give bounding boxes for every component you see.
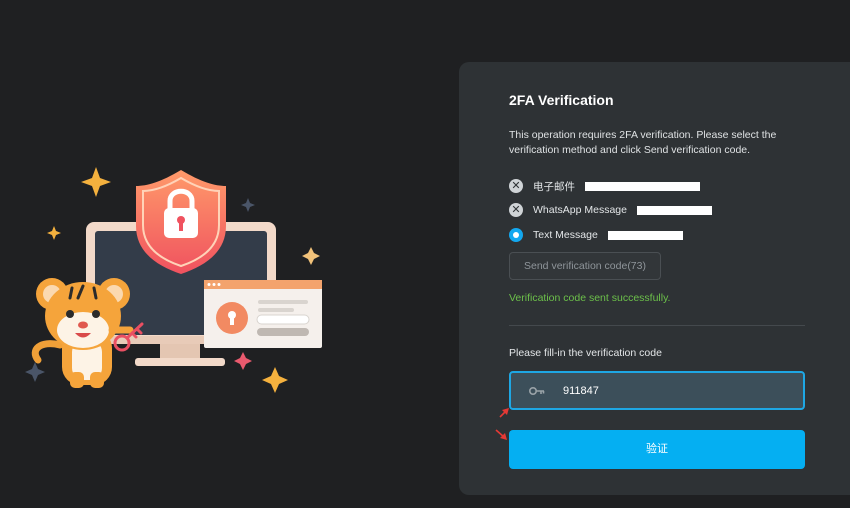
radio-selected-icon xyxy=(509,228,523,242)
close-circle-icon: ✕ xyxy=(509,179,523,193)
redacted-contact xyxy=(585,181,700,191)
method-label-email: 电子邮件 xyxy=(533,180,575,193)
annotation-arrow-icon xyxy=(495,408,509,440)
redacted-contact xyxy=(636,205,712,215)
sparkle-icon xyxy=(25,362,45,382)
code-input-label: Please fill-in the verification code xyxy=(509,347,662,359)
login-window-illustration xyxy=(204,280,322,348)
redacted-contact xyxy=(607,230,683,240)
method-option-email[interactable]: ✕ 电子邮件 xyxy=(509,178,700,194)
success-message: Verification code sent successfully. xyxy=(509,292,671,304)
method-label-whatsapp: WhatsApp Message xyxy=(533,204,627,216)
panel-title: 2FA Verification xyxy=(509,92,614,108)
method-option-whatsapp[interactable]: ✕ WhatsApp Message xyxy=(509,202,712,218)
sparkle-icon xyxy=(241,198,255,212)
verify-button[interactable]: 验证 xyxy=(509,430,805,469)
verification-code-field[interactable] xyxy=(509,371,805,410)
divider xyxy=(509,325,805,326)
send-code-button[interactable]: Send verification code(73) xyxy=(509,252,661,280)
close-circle-icon: ✕ xyxy=(509,203,523,217)
panel-description: This operation requires 2FA verification… xyxy=(509,129,777,156)
verification-code-input[interactable] xyxy=(563,384,763,397)
security-illustration xyxy=(25,167,322,393)
tiger-mascot-illustration xyxy=(31,278,144,388)
method-option-text-message[interactable]: Text Message xyxy=(509,227,683,243)
sparkle-icon xyxy=(302,247,320,265)
key-icon xyxy=(529,386,545,395)
method-label-text-message: Text Message xyxy=(533,229,598,241)
sparkle-icon xyxy=(234,352,252,370)
